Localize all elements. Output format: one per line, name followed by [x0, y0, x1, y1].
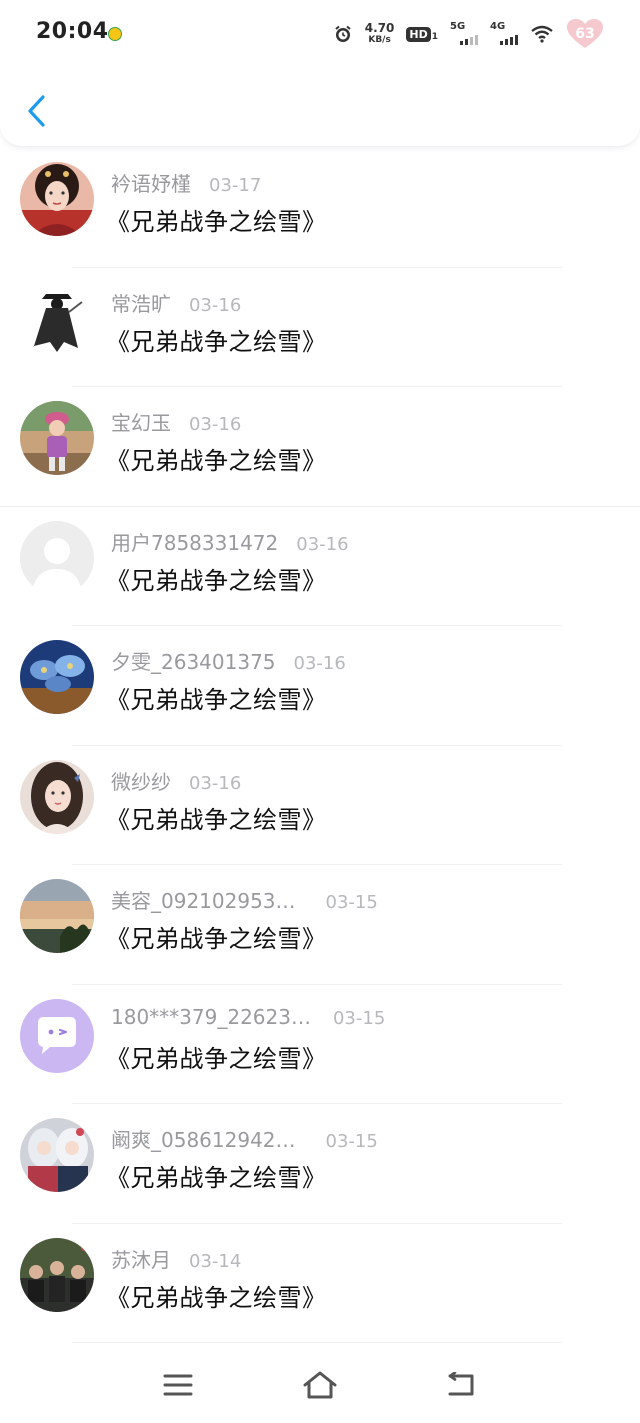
battery-heart-icon: 63: [566, 18, 604, 50]
list-item[interactable]: 衿语妤槿 03-17 《兄弟战争之绘雪》: [0, 148, 640, 268]
comment-date: 03-15: [332, 1007, 386, 1029]
comment-meta: 衿语妤槿 03-17: [111, 168, 261, 197]
comment-meta: 苏沐月 03-14: [111, 1244, 241, 1273]
comment-meta: 180***379_22623… 03-15: [111, 1005, 385, 1029]
comment-date: 03-16: [293, 653, 346, 674]
signal-4g-label: 4G: [490, 21, 506, 32]
comment-text[interactable]: 《兄弟战争之绘雪》: [106, 561, 327, 596]
avatar[interactable]: [20, 640, 94, 714]
avatar[interactable]: [20, 998, 94, 1073]
list-item[interactable]: 用户7858331472 03-16 《兄弟战争之绘雪》: [0, 507, 640, 626]
avatar[interactable]: [20, 520, 94, 595]
avatar[interactable]: [20, 879, 94, 953]
username[interactable]: 衿语妤槿: [111, 168, 191, 197]
alarm-icon: [333, 24, 353, 44]
divider: [72, 1342, 562, 1343]
list-item[interactable]: 阚爽_058612942… 03-15 《兄弟战争之绘雪》: [0, 1104, 640, 1224]
comment-meta: 阚爽_058612942… 03-15: [111, 1124, 378, 1153]
comment-date: 03-15: [325, 1131, 378, 1152]
avatar[interactable]: [20, 1118, 94, 1192]
comment-date: 03-14: [189, 1250, 242, 1272]
system-navigation-bar: [0, 1350, 640, 1423]
comment-date: 03-16: [296, 533, 349, 555]
comment-list: 衿语妤槿 03-17 《兄弟战争之绘雪》 常浩旷 03-16 《兄弟战争之绘雪》…: [0, 148, 640, 1343]
comment-date: 03-16: [189, 772, 242, 794]
hd-voice-icon: HD 1: [406, 26, 438, 42]
list-item[interactable]: 微纱纱 03-16 《兄弟战争之绘雪》: [0, 746, 640, 865]
comment-text[interactable]: 《兄弟战争之绘雪》: [106, 1158, 327, 1193]
status-bar: 20:04 4.70 KB/s HD 1 5G 4G 63: [0, 0, 640, 70]
username[interactable]: 美容_092102953…: [111, 885, 296, 914]
menu-icon: [163, 1374, 193, 1396]
username[interactable]: 夕雯_263401375: [111, 646, 276, 675]
battery-level: 63: [575, 26, 595, 42]
comment-date: 03-15: [325, 892, 378, 913]
list-item[interactable]: 常浩旷 03-16 《兄弟战争之绘雪》: [0, 268, 640, 387]
signal-5g-label: 5G: [450, 21, 466, 32]
return-icon: [448, 1372, 474, 1396]
list-item[interactable]: 夕雯_263401375 03-16 《兄弟战争之绘雪》: [0, 626, 640, 746]
comment-meta: 用户7858331472 03-16: [111, 527, 349, 556]
comment-text[interactable]: 《兄弟战争之绘雪》: [106, 322, 327, 357]
avatar[interactable]: [20, 1237, 94, 1312]
list-item[interactable]: 宝幻玉 03-16 《兄弟战争之绘雪》: [0, 387, 640, 507]
back-nav-button[interactable]: [437, 1360, 487, 1410]
comment-text[interactable]: 《兄弟战争之绘雪》: [106, 1039, 327, 1074]
status-icons: 4.70 KB/s HD 1 5G 4G 63: [333, 16, 604, 52]
avatar[interactable]: [20, 759, 94, 834]
comment-meta: 微纱纱 03-16: [111, 766, 241, 795]
network-speed-value: 4.70: [364, 21, 395, 35]
comment-text[interactable]: 《兄弟战争之绘雪》: [106, 919, 327, 954]
comment-text[interactable]: 《兄弟战争之绘雪》: [106, 800, 327, 835]
header: 20:04 4.70 KB/s HD 1 5G 4G 63: [0, 0, 640, 147]
comment-date: 03-17: [209, 175, 262, 196]
default-user-icon: [20, 520, 94, 595]
avatar[interactable]: [20, 401, 94, 475]
wifi-icon: [530, 24, 554, 44]
signal-4g-icon: 4G: [490, 21, 518, 47]
comment-date: 03-16: [189, 294, 242, 316]
comment-date: 03-16: [189, 414, 242, 435]
notification-emoji-icon: [108, 27, 122, 41]
username[interactable]: 用户7858331472: [111, 527, 278, 556]
comment-text[interactable]: 《兄弟战争之绘雪》: [106, 1278, 327, 1313]
comment-meta: 夕雯_263401375 03-16: [111, 646, 346, 675]
username[interactable]: 苏沐月: [111, 1244, 171, 1273]
menu-button[interactable]: [153, 1360, 203, 1410]
home-icon: [303, 1371, 337, 1399]
username[interactable]: 微纱纱: [111, 766, 171, 795]
comment-meta: 常浩旷 03-16: [111, 288, 241, 317]
username[interactable]: 宝幻玉: [111, 407, 171, 436]
comment-list-page: 20:04 4.70 KB/s HD 1 5G 4G 63 衿语妤槿 03-17…: [0, 0, 640, 1423]
comment-meta: 美容_092102953… 03-15: [111, 885, 378, 914]
avatar[interactable]: [20, 162, 94, 236]
network-speed: 4.70 KB/s: [365, 22, 395, 46]
avatar[interactable]: [20, 281, 94, 356]
list-item[interactable]: 美容_092102953… 03-15 《兄弟战争之绘雪》: [0, 865, 640, 985]
username[interactable]: 常浩旷: [111, 288, 171, 317]
hd-sub: 1: [431, 31, 438, 42]
back-button[interactable]: [20, 90, 52, 132]
list-item[interactable]: 苏沐月 03-14 《兄弟战争之绘雪》: [0, 1224, 640, 1343]
chevron-left-icon: [28, 95, 45, 127]
list-item[interactable]: 180***379_22623… 03-15 《兄弟战争之绘雪》: [0, 985, 640, 1104]
username[interactable]: 180***379_22623…: [111, 1005, 311, 1029]
comment-text[interactable]: 《兄弟战争之绘雪》: [106, 441, 327, 476]
home-button[interactable]: [295, 1360, 345, 1410]
comment-text[interactable]: 《兄弟战争之绘雪》: [106, 202, 327, 237]
hd-label: HD: [406, 26, 431, 42]
comment-text[interactable]: 《兄弟战争之绘雪》: [106, 680, 327, 715]
username[interactable]: 阚爽_058612942…: [111, 1124, 296, 1153]
network-speed-unit: KB/s: [368, 35, 391, 45]
chat-bubble-icon: [20, 998, 94, 1073]
comment-meta: 宝幻玉 03-16: [111, 407, 241, 436]
status-time: 20:04: [36, 19, 109, 44]
signal-5g-icon: 5G: [450, 21, 478, 47]
